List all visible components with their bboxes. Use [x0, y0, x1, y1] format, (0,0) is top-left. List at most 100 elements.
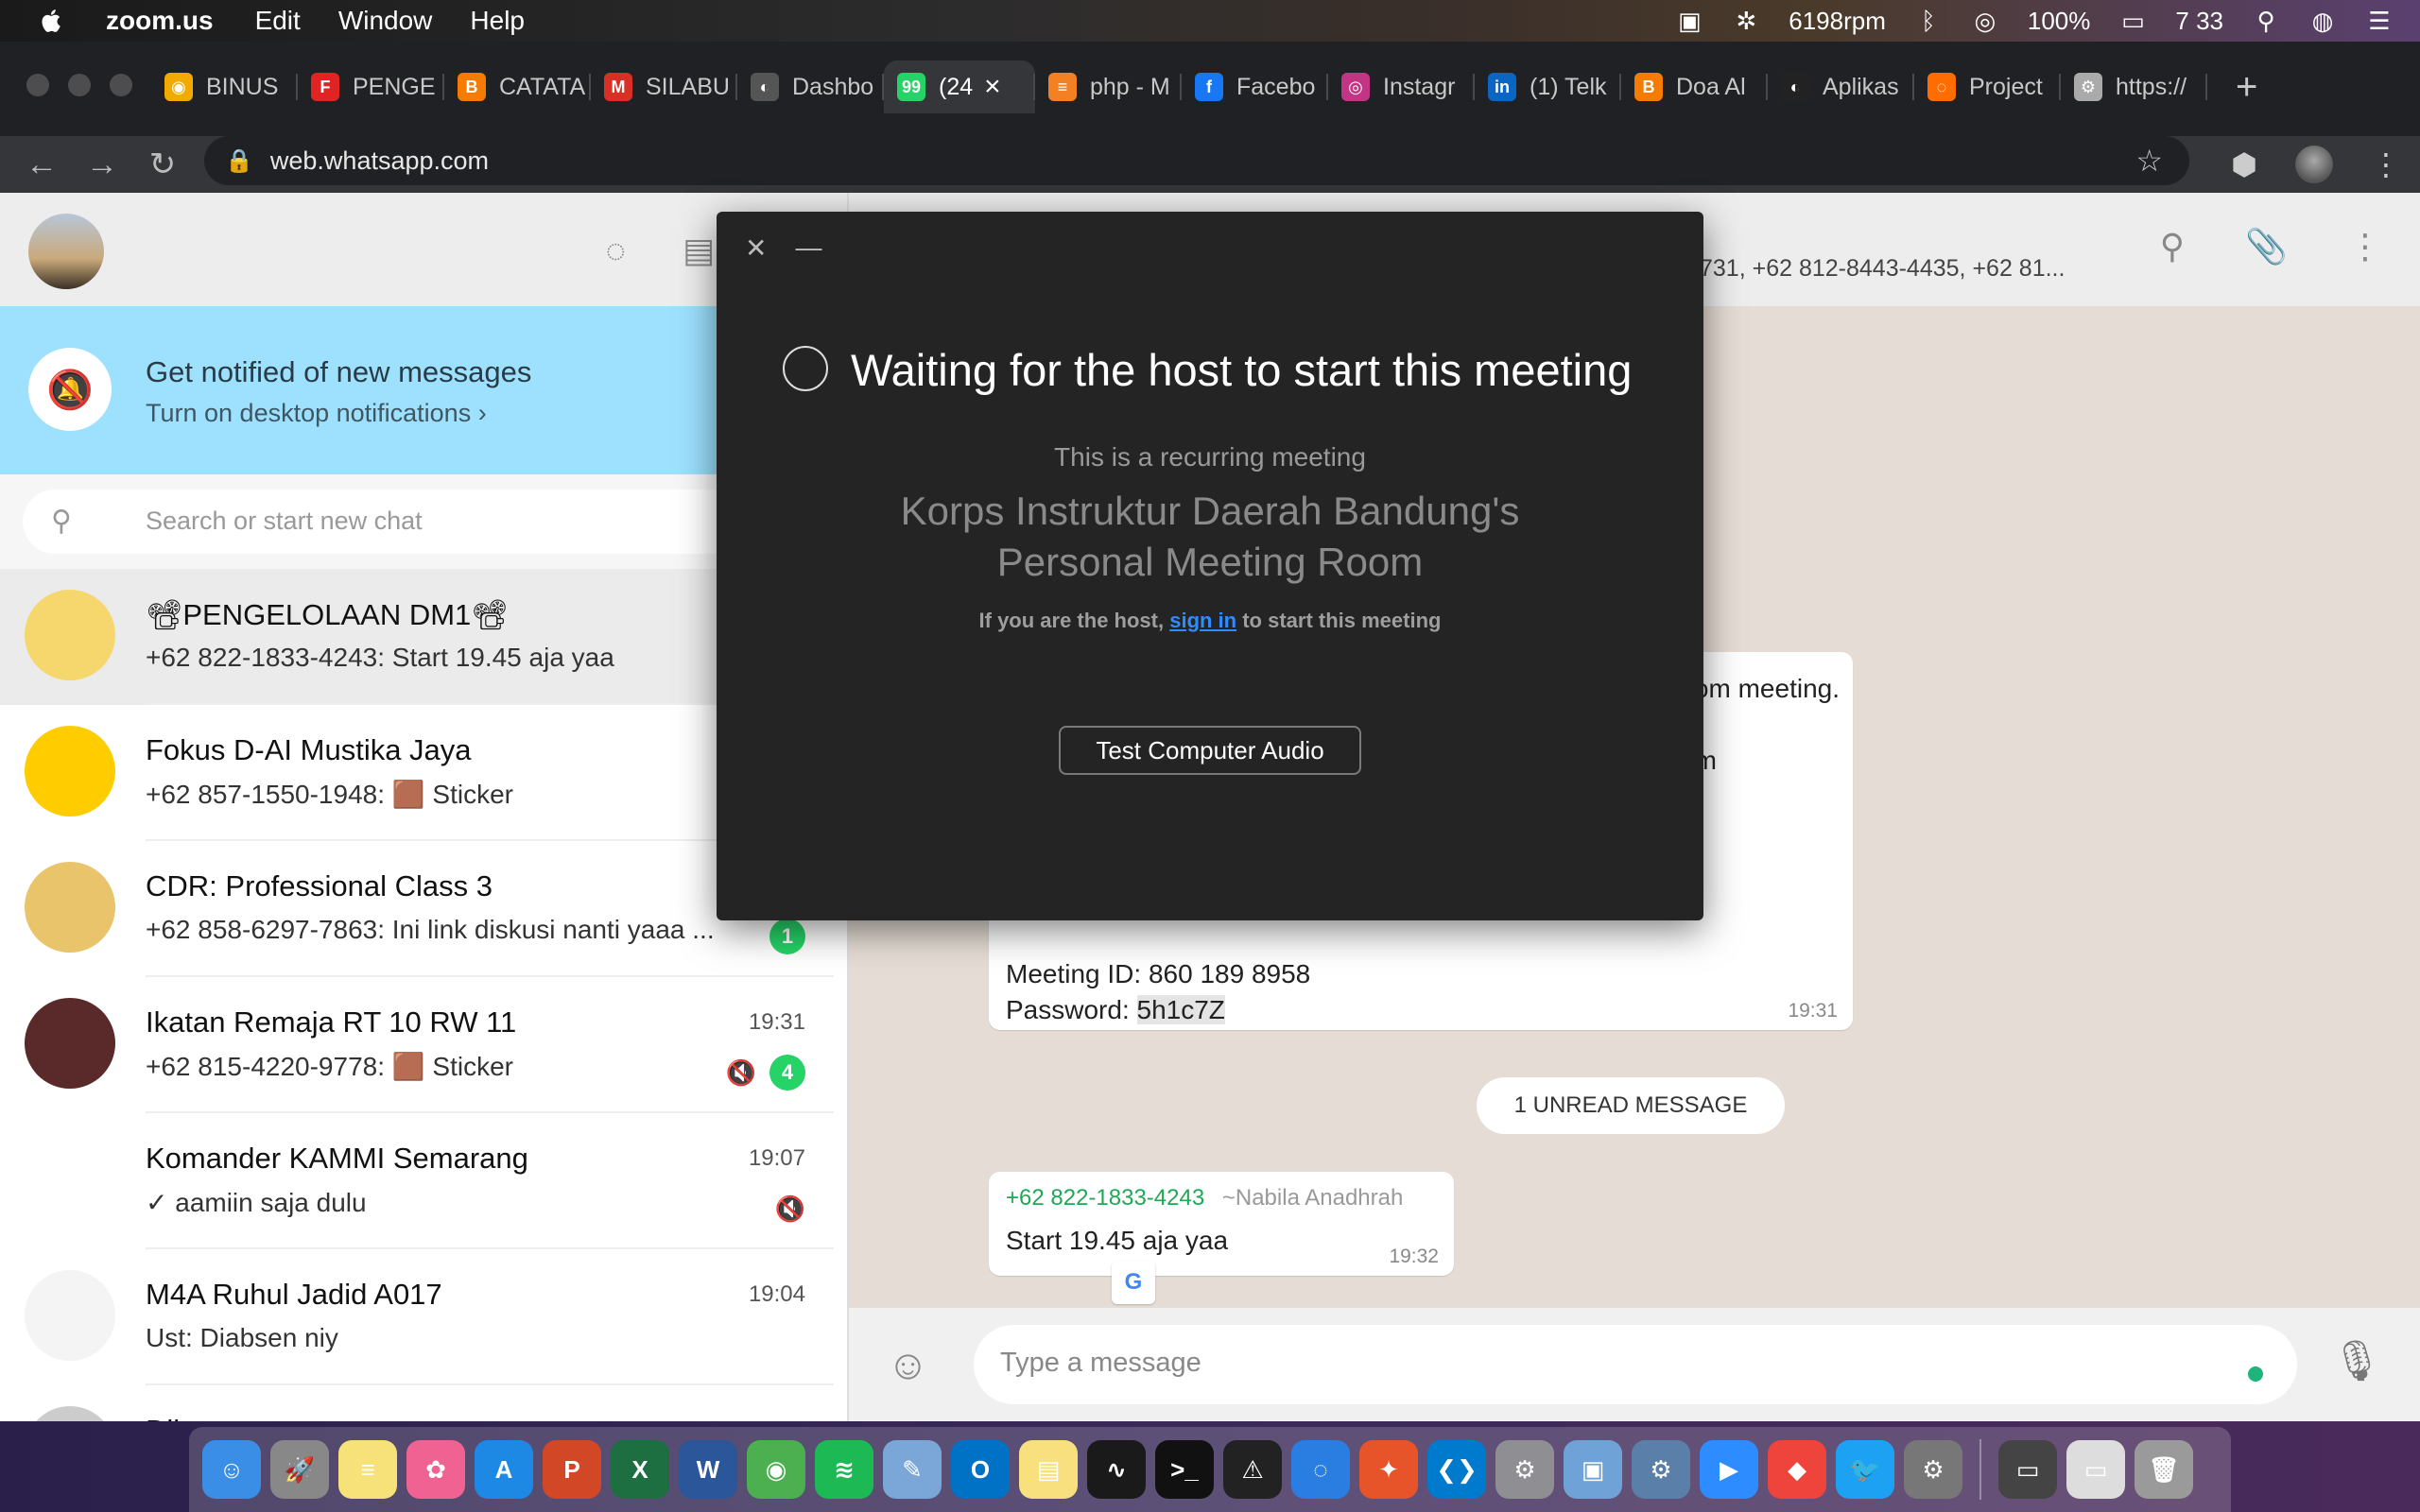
- chat-list-item[interactable]: Ikatan Remaja RT 10 RW 11 +62 815-4220-97…: [0, 977, 847, 1113]
- disk-utility-icon[interactable]: ⚙: [1904, 1440, 1962, 1499]
- grammarly-dot-icon[interactable]: [2248, 1366, 2263, 1382]
- powerpoint-icon[interactable]: P: [543, 1440, 601, 1499]
- apple-logo-icon[interactable]: [38, 7, 66, 35]
- search-input[interactable]: ⚲ Search or start new chat: [23, 490, 826, 554]
- notes-icon[interactable]: ≡: [338, 1440, 397, 1499]
- extension-cube-icon[interactable]: ⬢: [2231, 146, 2257, 182]
- tab-10[interactable]: B Doa Al: [1621, 60, 1768, 113]
- chat-list-item[interactable]: Komander KAMMI Semarang ✓ aamiin saja dul…: [0, 1113, 847, 1249]
- tab-2[interactable]: B CATATA: [444, 60, 591, 113]
- fan-icon[interactable]: ✲: [1732, 7, 1760, 35]
- lock-icon[interactable]: 🔒: [225, 147, 253, 175]
- tab-8[interactable]: ◎ Instagr: [1328, 60, 1475, 113]
- appstore-icon[interactable]: A: [475, 1440, 533, 1499]
- finder-icon[interactable]: ☺: [202, 1440, 261, 1499]
- sender-phone[interactable]: +62 822-1833-4243: [1006, 1185, 1204, 1211]
- new-tab-icon[interactable]: +: [2236, 66, 2257, 109]
- minimize-icon[interactable]: —: [795, 232, 821, 264]
- wifi-icon[interactable]: ◎: [1971, 7, 1999, 35]
- address-url[interactable]: web.whatsapp.com: [270, 146, 489, 176]
- status-icon[interactable]: ◌: [606, 231, 626, 270]
- sign-in-link[interactable]: sign in: [1169, 609, 1236, 632]
- terminal-icon[interactable]: >_: [1155, 1440, 1214, 1499]
- search-messages-icon[interactable]: ⚲: [2160, 227, 2185, 266]
- twitter-icon[interactable]: 🐦: [1836, 1440, 1894, 1499]
- tab-3[interactable]: M SILABU: [591, 60, 737, 113]
- message-sender: +62 822-1833-4243 ~Nabila Anadhrah: [1006, 1185, 1403, 1211]
- excel-icon[interactable]: X: [611, 1440, 669, 1499]
- message-bubble[interactable]: +62 822-1833-4243 ~Nabila Anadhrah Start…: [989, 1172, 1454, 1276]
- siri-icon[interactable]: ◍: [2308, 7, 2337, 35]
- activity-monitor-icon[interactable]: ∿: [1087, 1440, 1146, 1499]
- maximize-window-icon[interactable]: [110, 74, 132, 96]
- spotify-icon[interactable]: ≋: [815, 1440, 873, 1499]
- window-thumb-2-icon[interactable]: ▭: [2066, 1440, 2125, 1499]
- photos-icon[interactable]: ✿: [406, 1440, 465, 1499]
- image-capture-icon[interactable]: ▣: [1564, 1440, 1622, 1499]
- zoom-icon[interactable]: ▶: [1700, 1440, 1758, 1499]
- pinwheel-icon[interactable]: ◌: [1291, 1440, 1350, 1499]
- tab-12[interactable]: ◌ Project: [1914, 60, 2061, 113]
- new-chat-icon[interactable]: ▤: [683, 231, 715, 270]
- network-utility-icon[interactable]: ⚙: [1632, 1440, 1690, 1499]
- notification-center-icon[interactable]: ☰: [2365, 7, 2394, 35]
- chat-list-item[interactable]: M4A Ruhul Jadid A017 Ust: Diabsen niy 19:0…: [0, 1249, 847, 1385]
- chrome-menu-icon[interactable]: ⋮: [2371, 146, 2401, 182]
- close-window-icon[interactable]: [26, 74, 49, 96]
- tab-11[interactable]: ◐ Aplikas: [1768, 60, 1914, 113]
- my-avatar[interactable]: [28, 214, 104, 289]
- preview-icon[interactable]: ✎: [883, 1440, 942, 1499]
- dialog-title: Waiting for the host to start this meeti…: [851, 345, 1633, 395]
- microphone-icon[interactable]: 🎙: [2332, 1338, 2382, 1384]
- tab-0[interactable]: ◉ BINUS: [151, 60, 298, 113]
- menu-app-name[interactable]: zoom.us: [106, 6, 214, 36]
- launchpad-icon[interactable]: 🚀: [270, 1440, 329, 1499]
- message-input[interactable]: Type a message: [974, 1325, 2297, 1404]
- translate-icon[interactable]: G: [1112, 1261, 1155, 1304]
- chrome-icon[interactable]: ◉: [747, 1440, 805, 1499]
- chat-name: Fokus D-AI Mustika Jaya: [146, 733, 472, 766]
- address-bar[interactable]: 🔒 web.whatsapp.com ☆: [204, 136, 2189, 185]
- spotlight-search-icon[interactable]: ⚲: [2252, 7, 2280, 35]
- fan-speed[interactable]: 6198rpm: [1789, 7, 1886, 36]
- close-tab-icon[interactable]: ×: [984, 71, 1001, 103]
- close-icon[interactable]: ✕: [745, 232, 767, 264]
- stickies-icon[interactable]: ▤: [1019, 1440, 1078, 1499]
- emoji-icon[interactable]: ☺: [887, 1342, 929, 1389]
- zoom-menu-icon[interactable]: ▣: [1675, 7, 1703, 35]
- anydesk-icon[interactable]: ◆: [1768, 1440, 1826, 1499]
- bookmark-star-icon[interactable]: ☆: [2135, 143, 2163, 179]
- back-icon[interactable]: ←: [11, 146, 72, 183]
- minimize-window-icon[interactable]: [68, 74, 91, 96]
- menu-help[interactable]: Help: [470, 6, 525, 36]
- safari-icon[interactable]: ✦: [1359, 1440, 1418, 1499]
- menu-window[interactable]: Window: [338, 6, 433, 36]
- test-computer-audio-button[interactable]: Test Computer Audio: [1059, 726, 1361, 775]
- trash-icon[interactable]: 🗑: [2135, 1440, 2193, 1499]
- system-preferences-icon[interactable]: ⚙: [1495, 1440, 1554, 1499]
- tab-6[interactable]: ≡ php - M: [1035, 60, 1182, 113]
- tab-13[interactable]: ⚙ https://: [2061, 60, 2207, 113]
- password-value[interactable]: 5h1c7Z: [1136, 995, 1225, 1024]
- menu-edit[interactable]: Edit: [255, 6, 301, 36]
- battery-percent[interactable]: 100%: [2028, 7, 2091, 36]
- bluetooth-icon[interactable]: ᛒ: [1914, 7, 1943, 35]
- tab-7[interactable]: f Facebo: [1182, 60, 1328, 113]
- tab-9[interactable]: in (1) Telk: [1475, 60, 1621, 113]
- window-thumb-1-icon[interactable]: ▭: [1998, 1440, 2057, 1499]
- outlook-icon[interactable]: O: [951, 1440, 1010, 1499]
- word-icon[interactable]: W: [679, 1440, 737, 1499]
- forward-icon[interactable]: →: [72, 146, 132, 183]
- tab-1[interactable]: F PENGE: [298, 60, 444, 113]
- tab-4[interactable]: ◐ Dashbo: [737, 60, 884, 113]
- console-icon[interactable]: ⚠: [1223, 1440, 1282, 1499]
- battery-icon[interactable]: ▭: [2118, 7, 2147, 35]
- vscode-icon[interactable]: ❮❯: [1427, 1440, 1486, 1499]
- tab-5[interactable]: 99 (24 ×: [884, 60, 1035, 113]
- enable-notifications-link[interactable]: Turn on desktop notifications ›: [146, 399, 487, 428]
- conversation-menu-icon[interactable]: ⋮: [2348, 227, 2382, 266]
- attach-icon[interactable]: 📎: [2245, 227, 2288, 266]
- clock[interactable]: 7 33: [2175, 7, 2223, 36]
- reload-icon[interactable]: ↻: [132, 146, 193, 183]
- profile-avatar[interactable]: [2295, 146, 2333, 183]
